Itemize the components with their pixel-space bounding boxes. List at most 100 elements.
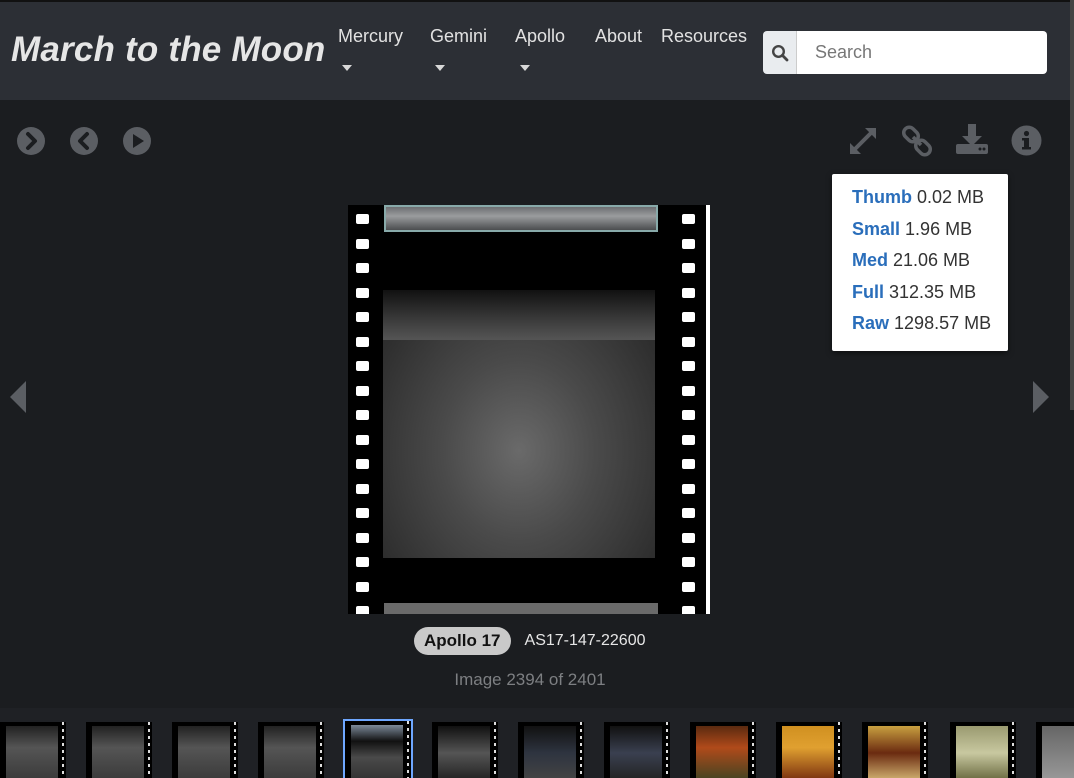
download-option-med[interactable]: Med 21.06 MB xyxy=(832,250,1008,282)
search-input[interactable] xyxy=(797,31,1047,74)
film-perforation xyxy=(682,263,695,273)
film-perforation xyxy=(356,287,369,298)
film-perforation xyxy=(356,214,369,224)
film-perforation xyxy=(356,385,369,396)
film-perforation xyxy=(682,238,695,249)
thumbnail[interactable] xyxy=(258,722,324,778)
last-image-icon[interactable] xyxy=(16,126,46,156)
thumbnail[interactable] xyxy=(690,722,756,778)
film-perforation xyxy=(682,385,695,396)
nav-resources[interactable]: Resources xyxy=(661,26,747,47)
film-perforation xyxy=(682,410,695,420)
film-perforation xyxy=(682,214,695,224)
film-perforation xyxy=(234,722,236,778)
chevron-down-icon xyxy=(520,65,530,71)
thumbnail-image xyxy=(178,726,230,778)
search-bar xyxy=(763,31,1047,74)
scrollbar[interactable] xyxy=(1070,0,1074,410)
navbar: March to the Moon Mercury Gemini Apollo … xyxy=(0,0,1074,100)
film-perforation xyxy=(682,581,695,592)
film-perforation xyxy=(320,722,322,778)
film-perforation xyxy=(356,532,369,543)
lunar-surface-photo xyxy=(383,290,655,558)
film-perforation xyxy=(356,557,369,567)
main-photo[interactable] xyxy=(348,205,710,614)
film-perforation xyxy=(356,336,369,347)
download-option-small[interactable]: Small 1.96 MB xyxy=(832,219,1008,251)
film-perforation xyxy=(682,287,695,298)
nav-apollo[interactable]: Apollo xyxy=(515,26,565,47)
film-perforation xyxy=(356,238,369,249)
thumbnail[interactable] xyxy=(343,719,413,778)
search-icon xyxy=(771,44,788,61)
thumbnail[interactable] xyxy=(776,722,842,778)
film-frame-top xyxy=(384,205,658,232)
previous-image-icon[interactable] xyxy=(69,126,99,156)
next-arrow-icon[interactable] xyxy=(1031,380,1051,414)
download-icon[interactable] xyxy=(955,123,989,155)
thumbnail[interactable] xyxy=(86,722,152,778)
film-perforation xyxy=(838,722,840,778)
nav-mercury[interactable]: Mercury xyxy=(338,26,403,47)
mission-badge[interactable]: Apollo 17 xyxy=(414,627,511,655)
thumbnail[interactable] xyxy=(862,722,928,778)
thumbnail[interactable] xyxy=(1036,722,1074,778)
download-size-menu: Thumb 0.02 MB Small 1.96 MB Med 21.06 MB… xyxy=(832,174,1008,351)
image-caption: Apollo 17 AS17-147-22600 xyxy=(414,627,646,655)
thumbnail[interactable] xyxy=(950,722,1016,778)
film-perforation xyxy=(682,361,695,371)
thumbnail-image xyxy=(956,726,1008,778)
thumbnail-image xyxy=(782,726,834,778)
film-perforation xyxy=(356,483,369,494)
thumbnail[interactable] xyxy=(172,722,238,778)
film-perforation xyxy=(356,434,369,445)
prev-arrow-icon[interactable] xyxy=(8,380,28,414)
thumbnail-strip xyxy=(0,708,1074,778)
film-perforation xyxy=(407,721,409,778)
download-option-raw[interactable]: Raw 1298.57 MB xyxy=(832,313,1008,345)
thumbnail-image xyxy=(264,726,316,778)
film-perforation xyxy=(752,722,754,778)
search-button[interactable] xyxy=(763,31,797,74)
film-perforation xyxy=(682,434,695,445)
thumbnail-image xyxy=(6,726,58,778)
thumbnail[interactable] xyxy=(432,722,498,778)
fullscreen-icon[interactable] xyxy=(847,125,879,157)
nav-about[interactable]: About xyxy=(595,26,642,47)
nav-gemini[interactable]: Gemini xyxy=(430,26,487,47)
image-id: AS17-147-22600 xyxy=(524,632,646,649)
thumbnail[interactable] xyxy=(604,722,670,778)
site-brand[interactable]: March to the Moon xyxy=(11,30,326,70)
download-option-full[interactable]: Full 312.35 MB xyxy=(832,282,1008,314)
thumbnail[interactable] xyxy=(0,722,66,778)
film-perforation xyxy=(356,263,369,273)
film-perforation xyxy=(356,459,369,469)
image-counter: Image 2394 of 2401 xyxy=(454,670,606,689)
play-slideshow-icon[interactable] xyxy=(122,126,152,156)
download-option-thumb[interactable]: Thumb 0.02 MB xyxy=(832,187,1008,219)
thumbnail-image xyxy=(1042,726,1074,778)
film-perforation xyxy=(494,722,496,778)
film-perforation xyxy=(682,336,695,347)
thumbnail-image xyxy=(696,726,748,778)
film-perforation xyxy=(356,508,369,518)
film-perforation xyxy=(924,722,926,778)
thumbnail[interactable] xyxy=(518,722,584,778)
link-icon[interactable] xyxy=(900,124,934,158)
chevron-down-icon xyxy=(435,65,445,71)
film-perforation xyxy=(62,722,64,778)
thumbnail-image xyxy=(438,726,490,778)
thumbnail-image xyxy=(868,726,920,778)
film-perforation xyxy=(1012,722,1014,778)
thumbnail-image xyxy=(351,725,403,778)
film-perforation xyxy=(356,361,369,371)
chevron-down-icon xyxy=(342,65,352,71)
thumbnail-image xyxy=(524,726,576,778)
info-icon[interactable] xyxy=(1011,125,1042,156)
film-perforation xyxy=(580,722,582,778)
film-perforation xyxy=(356,410,369,420)
thumbnail-image xyxy=(610,726,662,778)
film-perforation xyxy=(682,557,695,567)
film-perforation xyxy=(682,532,695,543)
film-perforation xyxy=(682,483,695,494)
